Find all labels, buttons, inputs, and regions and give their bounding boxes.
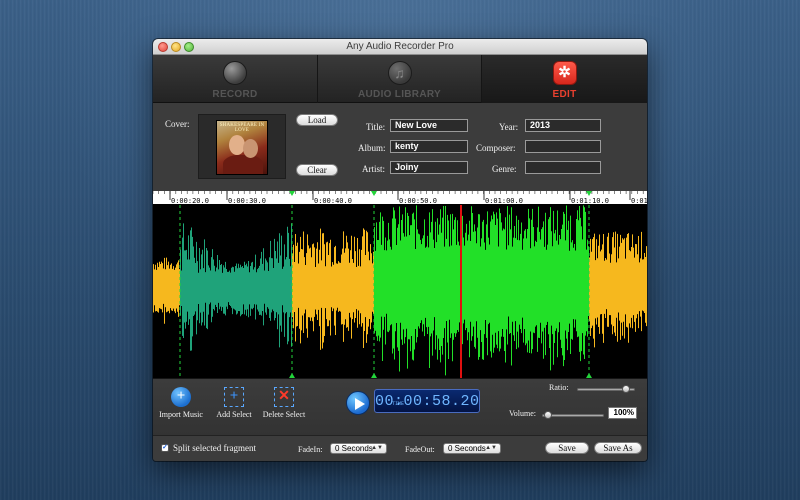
ruler-tick-label: 0:01:00.0 [485, 197, 523, 205]
year-field[interactable]: 2013 [525, 119, 601, 132]
play-button[interactable] [346, 391, 370, 415]
genre-field[interactable] [525, 161, 601, 174]
record-icon [223, 61, 247, 85]
time-display: TIME 00:00:58.20 [374, 389, 480, 413]
add-select-label: Add Select [216, 410, 252, 419]
artist-field-label: Artist: [362, 164, 386, 174]
fadein-label: FadeIn: [298, 445, 323, 454]
tab-edit-label: EDIT [552, 89, 577, 100]
import-music-button[interactable]: + Import Music [159, 387, 203, 419]
window-title: Any Audio Recorder Pro [346, 41, 454, 52]
ruler-tick-label: 0:00:40.0 [314, 197, 352, 205]
time-caption: TIME [392, 401, 405, 407]
fadeout-value: 0 Seconds [448, 444, 486, 453]
album-field-label: Album: [358, 143, 386, 153]
music-note-icon: ♫ [387, 61, 412, 85]
split-checkbox[interactable]: ✓ [161, 444, 169, 452]
ruler-tick-label: 0:01:2 [631, 197, 647, 205]
waveform-graphic [153, 205, 647, 378]
metadata-panel: Cover: SHAKESPEARE IN LOVE Load Clear Ti… [153, 103, 647, 191]
footer-bar: ✓ Split selected fragment FadeIn: 0 Seco… [153, 435, 647, 461]
composer-field[interactable] [525, 140, 601, 153]
ruler-tick-label: 0:00:30.0 [228, 197, 266, 205]
tab-audio-library-label: AUDIO LIBRARY [358, 89, 441, 100]
chevron-updown-icon: ▲▼ [371, 445, 383, 451]
tab-record[interactable]: RECORD [153, 55, 317, 103]
cover-art-title: SHAKESPEARE IN LOVE [219, 123, 265, 133]
edit-toolbar: + Import Music + Add Select ✕ Delete Sel… [153, 378, 647, 435]
delete-select-button[interactable]: ✕ Delete Select [262, 387, 306, 419]
volume-label: Volume: [509, 409, 536, 418]
cover-well: SHAKESPEARE IN LOVE [198, 114, 286, 179]
fadeout-select[interactable]: 0 Seconds ▲▼ [443, 443, 501, 454]
fadein-value: 0 Seconds [335, 444, 373, 453]
genre-field-label: Genre: [492, 164, 517, 174]
artist-field[interactable]: Joiny [390, 161, 468, 174]
ratio-slider-knob[interactable] [622, 385, 631, 393]
volume-value-field[interactable]: 100% [608, 407, 637, 419]
volume-slider-knob[interactable] [544, 411, 553, 419]
selection-marker-flag [371, 191, 377, 196]
title-field[interactable]: New Love [390, 119, 468, 132]
delete-select-label: Delete Select [262, 410, 306, 419]
close-window-button[interactable] [158, 42, 168, 52]
main-tab-bar: RECORD ♫ AUDIO LIBRARY ✲ EDIT [153, 55, 647, 103]
delete-selection-icon: ✕ [274, 387, 294, 407]
save-button[interactable]: Save [545, 442, 589, 454]
zoom-window-button[interactable] [184, 42, 194, 52]
ruler-tick-label: 0:00:50.0 [399, 197, 437, 205]
title-field-label: Title: [366, 122, 386, 132]
save-as-button[interactable]: Save As [594, 442, 642, 454]
album-field[interactable]: kenty [390, 140, 468, 153]
clear-cover-button[interactable]: Clear [296, 164, 338, 176]
add-select-button[interactable]: + Add Select [214, 387, 254, 419]
composer-field-label: Composer: [476, 143, 516, 153]
time-value: 00:00:58.20 [375, 393, 480, 410]
split-label: Split selected fragment [173, 443, 256, 453]
play-icon [355, 398, 365, 410]
fadein-select[interactable]: 0 Seconds ▲▼ [330, 443, 387, 454]
ruler-tick-label: 0:00:20.0 [171, 197, 209, 205]
import-music-label: Import Music [159, 410, 203, 419]
add-selection-icon: + [224, 387, 244, 407]
ruler-tick-label: 0:01:10.0 [571, 197, 609, 205]
app-window: Any Audio Recorder Pro RECORD ♫ AUDIO LI… [153, 39, 647, 461]
fadeout-label: FadeOut: [405, 445, 435, 454]
minimize-window-button[interactable] [171, 42, 181, 52]
cover-art-image: SHAKESPEARE IN LOVE [216, 120, 268, 175]
tab-record-label: RECORD [212, 89, 258, 100]
ruler-graphic: 0:00:20.0 0:00:30.0 0:00:40.0 0:00:50.0 0:01… [153, 191, 647, 205]
year-field-label: Year: [499, 122, 519, 132]
chevron-updown-icon: ▲▼ [485, 445, 497, 451]
tab-audio-library[interactable]: ♫ AUDIO LIBRARY [317, 55, 482, 103]
cover-label: Cover: [165, 119, 190, 129]
timeline-ruler[interactable]: 0:00:20.0 0:00:30.0 0:00:40.0 0:00:50.0 0:01… [153, 191, 647, 205]
tab-edit[interactable]: ✲ EDIT [482, 55, 647, 103]
ratio-label: Ratio: [549, 383, 569, 392]
gear-icon: ✲ [552, 61, 577, 85]
selection-marker-flag [586, 191, 592, 196]
plus-circle-icon: + [171, 387, 191, 407]
title-bar: Any Audio Recorder Pro [153, 39, 647, 55]
load-cover-button[interactable]: Load [296, 114, 338, 126]
waveform-view[interactable] [153, 205, 647, 378]
